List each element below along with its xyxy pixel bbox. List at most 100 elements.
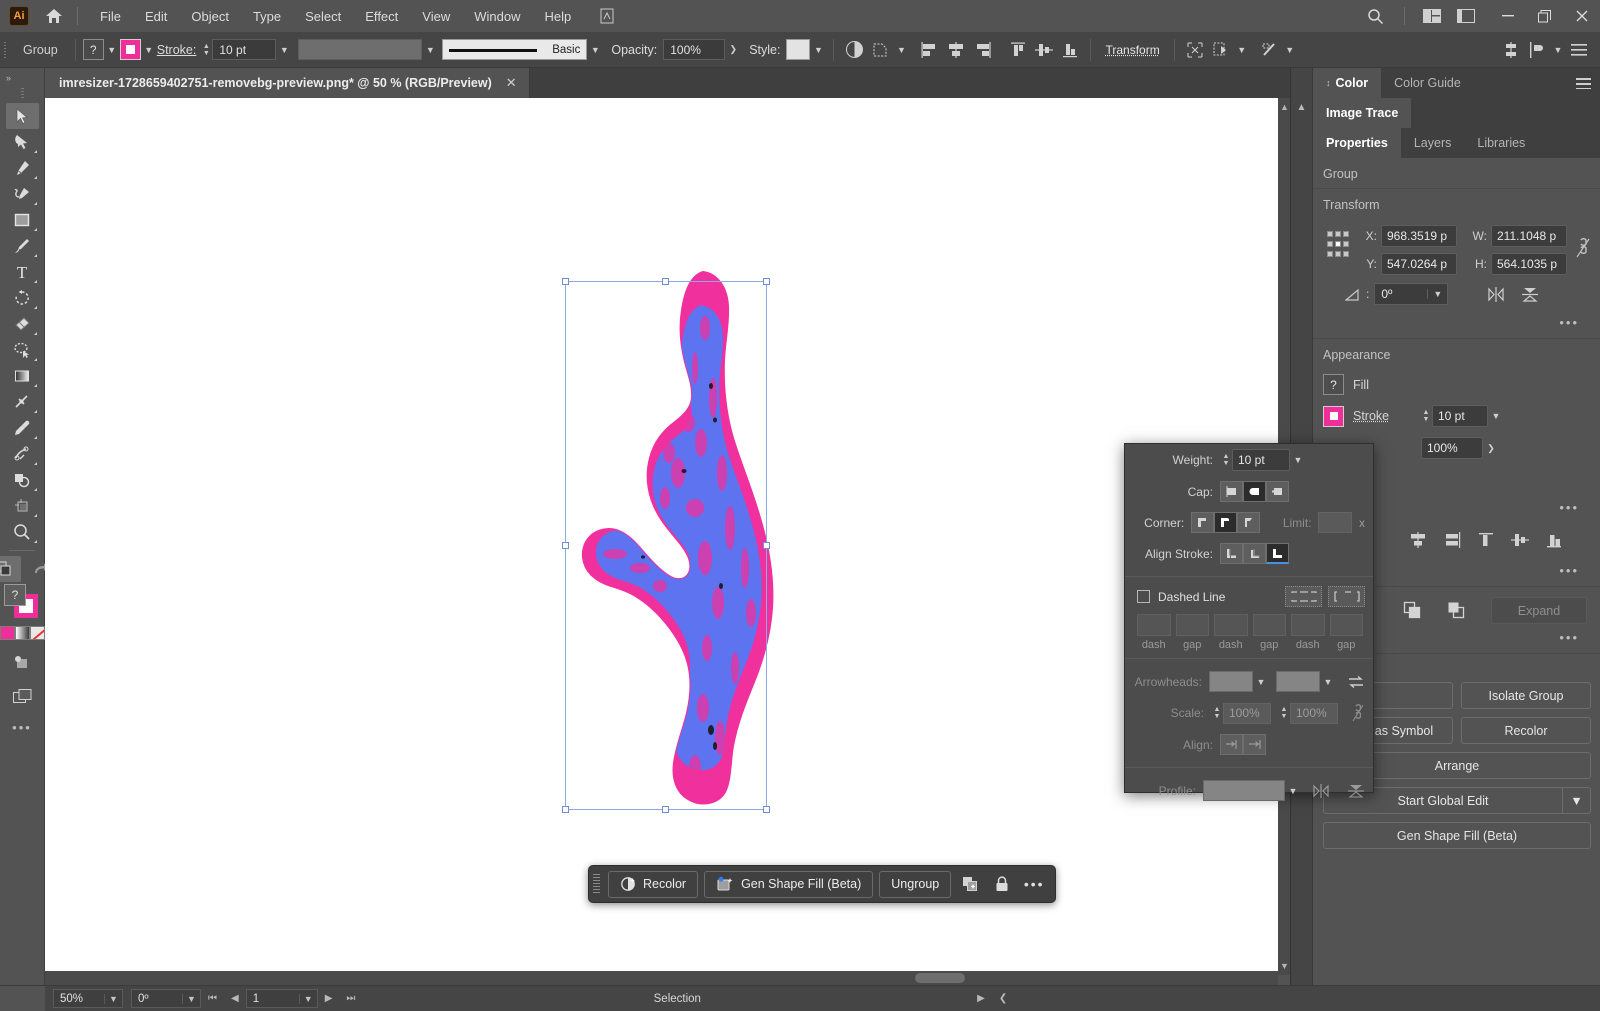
- zoom-chevron-down-icon[interactable]: ▼: [104, 994, 122, 1004]
- stroke-weight-chevron-down-icon[interactable]: ▼: [276, 39, 292, 60]
- duplicate-icon[interactable]: [957, 871, 983, 898]
- rectangle-tool[interactable]: [6, 207, 39, 233]
- appearance-stroke-chevron-down-icon[interactable]: ▼: [1488, 406, 1504, 427]
- ref-point-center[interactable]: [1335, 241, 1341, 247]
- dash-input-1[interactable]: [1137, 614, 1171, 636]
- scale-stepper-2[interactable]: ▲ ▼: [1278, 702, 1290, 724]
- transform-more-options-icon[interactable]: •••: [1323, 309, 1591, 338]
- constrain-proportions-icon[interactable]: [1575, 237, 1591, 259]
- y-input[interactable]: 547.0264 p: [1381, 253, 1457, 275]
- align-stroke-center-button[interactable]: [1220, 543, 1243, 564]
- gap-input-2[interactable]: [1253, 614, 1287, 636]
- align-right-icon-2[interactable]: [1443, 532, 1461, 548]
- tab-properties[interactable]: Properties: [1313, 128, 1401, 158]
- dock-chevron-up-icon[interactable]: ▲: [1291, 102, 1312, 113]
- selection-tool[interactable]: [6, 103, 39, 129]
- menu-object[interactable]: Object: [179, 4, 241, 29]
- zoom-tool[interactable]: [6, 519, 39, 545]
- reference-point-selector[interactable]: [1327, 231, 1349, 259]
- control-panel-menu-icon[interactable]: [1566, 38, 1592, 62]
- tab-image-trace[interactable]: Image Trace: [1313, 98, 1411, 128]
- pen-tool[interactable]: [6, 155, 39, 181]
- shape-builder-tool[interactable]: [6, 467, 39, 493]
- width-profile-chevron-down-icon[interactable]: ▼: [422, 39, 438, 60]
- dash-input-2[interactable]: [1214, 614, 1248, 636]
- scale-stepper-1[interactable]: ▲ ▼: [1211, 702, 1223, 724]
- align-top-icon-2[interactable]: [1477, 532, 1495, 548]
- minus-front-icon[interactable]: [1447, 601, 1467, 621]
- opacity-input[interactable]: 100%: [663, 39, 725, 60]
- tab-layers[interactable]: Layers: [1401, 128, 1465, 158]
- gen-shape-fill-button[interactable]: Gen Shape Fill (Beta): [704, 871, 873, 898]
- arrowhead-scale-input-2[interactable]: 100%: [1290, 703, 1338, 724]
- height-input[interactable]: 564.1035 p: [1491, 253, 1567, 275]
- edit-clipping-path-icon[interactable]: [1256, 38, 1282, 62]
- menu-help[interactable]: Help: [532, 4, 583, 29]
- menu-window[interactable]: Window: [462, 4, 532, 29]
- tab-color-guide[interactable]: Color Guide: [1381, 68, 1474, 98]
- fill-stroke-indicator[interactable]: ?: [4, 584, 40, 620]
- round-cap-button[interactable]: [1243, 481, 1266, 502]
- dash-adjust-corners-button[interactable]: [1328, 586, 1365, 607]
- menu-effect[interactable]: Effect: [353, 4, 410, 29]
- paintbrush-tool[interactable]: [6, 233, 39, 259]
- maximize-button[interactable]: [1526, 0, 1563, 32]
- width-profile-dropdown[interactable]: [1203, 780, 1285, 801]
- x-input[interactable]: 968.3519 p: [1381, 225, 1457, 247]
- document-badge-icon[interactable]: [597, 6, 617, 26]
- artboard-tool[interactable]: [6, 493, 39, 519]
- selection-handle-tr[interactable]: [763, 278, 770, 285]
- link-arrowhead-scales-icon[interactable]: [1351, 703, 1365, 723]
- round-join-button[interactable]: [1214, 512, 1237, 533]
- gen-shape-fill-panel-button[interactable]: Gen Shape Fill (Beta): [1323, 822, 1591, 849]
- arrowhead-start-chevron-down-icon[interactable]: ▼: [1253, 671, 1269, 692]
- ref-point-ml[interactable]: [1327, 241, 1333, 247]
- fill-color-swatch[interactable]: ?: [83, 39, 104, 60]
- place-arrow-at-end-button[interactable]: [1243, 734, 1266, 755]
- contextual-more-icon[interactable]: •••: [1021, 871, 1047, 898]
- width-tool[interactable]: [6, 389, 39, 415]
- arrowhead-end-dropdown[interactable]: [1276, 671, 1320, 692]
- canvas-horizontal-scrollbar[interactable]: [45, 971, 1278, 985]
- align-top-icon[interactable]: [1005, 38, 1031, 62]
- rotate-tool[interactable]: [6, 285, 39, 311]
- artboard-nav-next[interactable]: ▶: [318, 993, 340, 1004]
- recolor-panel-button[interactable]: Recolor: [1461, 717, 1591, 744]
- arrowhead-scale-input-1[interactable]: 100%: [1223, 703, 1271, 724]
- artboard-nav-prev[interactable]: ◀: [224, 993, 246, 1004]
- align-stroke-inside-button[interactable]: [1243, 543, 1266, 564]
- align-bottom-icon[interactable]: [1057, 38, 1083, 62]
- flip-profile-horizontal-icon[interactable]: [1312, 784, 1330, 798]
- align-left-icon[interactable]: [917, 38, 943, 62]
- arrange-documents-icon[interactable]: [1415, 0, 1449, 32]
- recolor-button[interactable]: Recolor: [608, 871, 698, 898]
- selection-handle-bl[interactable]: [562, 806, 569, 813]
- opacity-mask-icon[interactable]: [841, 38, 867, 62]
- dash-input-3[interactable]: [1291, 614, 1325, 636]
- preferences-chevron-down-icon[interactable]: ▼: [1550, 39, 1566, 60]
- appearance-fill-swatch[interactable]: ?: [1323, 374, 1344, 395]
- selection-handle-tl[interactable]: [562, 278, 569, 285]
- close-button[interactable]: [1563, 0, 1600, 32]
- ref-point-mr[interactable]: [1343, 241, 1349, 247]
- appearance-stroke-swatch[interactable]: [1323, 406, 1344, 427]
- stroke-panel-weight-stepper[interactable]: ▲ ▼: [1220, 449, 1232, 471]
- curvature-tool[interactable]: [6, 181, 39, 207]
- artboard-select[interactable]: 1 ▼: [246, 989, 318, 1008]
- swap-arrowheads-icon[interactable]: [1347, 675, 1365, 689]
- lasso-tool[interactable]: [6, 337, 39, 363]
- align-bottom-icon-2[interactable]: [1545, 532, 1563, 548]
- mask-icon[interactable]: [1208, 38, 1234, 62]
- status-menu-icon[interactable]: ▶: [970, 993, 992, 1004]
- gap-input-3[interactable]: [1330, 614, 1364, 636]
- minimize-button[interactable]: [1489, 0, 1526, 32]
- appearance-stroke-stepper[interactable]: ▲ ▼: [1420, 405, 1432, 427]
- contextual-bar-grip[interactable]: [593, 874, 600, 894]
- arrowhead-start-dropdown[interactable]: [1209, 671, 1253, 692]
- brush-chevron-down-icon[interactable]: ▼: [587, 39, 603, 60]
- stroke-label[interactable]: Stroke: [1353, 409, 1411, 423]
- selection-handle-ml[interactable]: [562, 542, 569, 549]
- butt-cap-button[interactable]: [1220, 481, 1243, 502]
- variable-width-profile-dropdown[interactable]: [298, 39, 422, 60]
- rotation-select[interactable]: 0º ▼: [131, 989, 201, 1008]
